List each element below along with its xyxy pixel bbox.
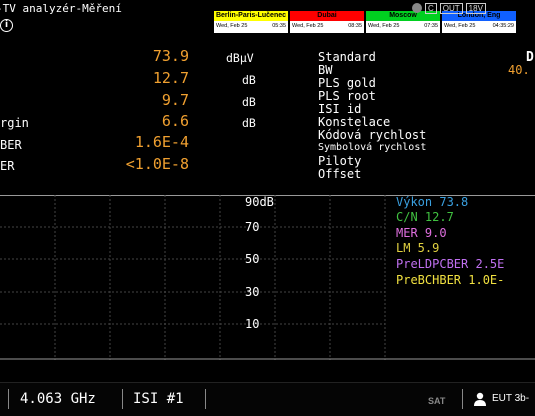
param-pls-gold: PLS gold (318, 76, 376, 90)
legend-mer: MER 9.0 (396, 226, 447, 240)
meas-unit-level: dBµV (226, 51, 254, 65)
footer-bar: 4.063 GHz ISI #1 SAT EUT 3b- (0, 382, 535, 416)
clock-london: London, Eng Wed, Feb 25 04:35:29 (442, 11, 516, 33)
meas-value-level: 73.9 (152, 47, 189, 65)
meas-label-margin: rgin (0, 116, 29, 130)
divider (122, 389, 123, 409)
meas-unit-mer: dB (242, 95, 256, 109)
isi-readout[interactable]: ISI #1 (133, 391, 184, 407)
clock-date: Wed, Feb 25 (292, 23, 324, 29)
status-icons: C OUT 18V (412, 2, 486, 14)
param-kodova: Kódová rychlost (318, 128, 427, 142)
clock-date: Wed, Feb 25 (368, 23, 400, 29)
meas-value-margin: 6.6 (161, 112, 189, 130)
meas-value-ber: 1.6E-4 (134, 133, 189, 151)
divider (205, 389, 206, 409)
param-bw-value: 40. (508, 63, 530, 77)
param-isi-id: ISI id (318, 102, 362, 116)
legend-preldpc: PreLDPCBER 2.5E (396, 257, 505, 271)
clock-city: Dubai (290, 11, 364, 21)
user-label[interactable]: EUT 3b- (492, 393, 529, 404)
meas-value-cn: 12.7 (152, 69, 189, 87)
title-bar: -TV analyzér-Měření i Berlin-Paris-Lučen… (0, 0, 535, 38)
param-offset: Offset (318, 167, 362, 181)
y-tick-10: 10 (245, 317, 259, 331)
clock-city: Berlin-Paris-Lučenec (214, 11, 288, 21)
clock-date: Wed, Feb 25 (216, 23, 248, 29)
meas-label-per: ER (0, 159, 15, 173)
legend-lm: LM 5.9 (396, 241, 440, 255)
clock-time: 08:35 (348, 23, 362, 29)
voltage-badge: 18V (465, 2, 486, 14)
y-tick-30: 30 (245, 285, 259, 299)
out-badge: OUT (439, 2, 463, 14)
meas-unit-margin: dB (242, 116, 256, 130)
meas-label-ber: BER (0, 138, 22, 152)
user-icon (474, 391, 486, 406)
y-tick-90: 90dB (245, 195, 274, 209)
clock-time: 05:35 (272, 23, 286, 29)
y-tick-70: 70 (245, 220, 259, 234)
divider (462, 389, 463, 409)
divider (8, 389, 9, 409)
clock-time: 04:35:29 (492, 23, 514, 29)
meas-value-mer: 9.7 (161, 91, 189, 109)
signal-icon (412, 3, 422, 13)
y-tick-50: 50 (245, 252, 259, 266)
param-bw: BW (318, 63, 333, 77)
frequency-readout[interactable]: 4.063 GHz (20, 391, 96, 407)
clock-date: Wed, Feb 25 (444, 23, 476, 29)
param-pls-root: PLS root (318, 89, 376, 103)
param-piloty: Piloty (318, 154, 362, 168)
clock-time: 07:35 (424, 23, 438, 29)
sat-logo: SAT (428, 396, 446, 406)
clock-berlin: Berlin-Paris-Lučenec Wed, Feb 25 05:35 (214, 11, 288, 33)
param-konstelace: Konstelace (318, 115, 391, 129)
info-icon[interactable]: i (0, 19, 13, 32)
legend-cn: C/N 12.7 (396, 210, 454, 224)
clock-dubai: Dubai Wed, Feb 25 08:35 (290, 11, 364, 33)
legend-prebch: PreBCHBER 1.0E- (396, 273, 505, 287)
window-title: -TV analyzér-Měření (0, 2, 122, 15)
c-badge: C (425, 2, 437, 14)
clock-moscow: Moscow Wed, Feb 25 07:35 (366, 11, 440, 33)
meas-value-per: <1.0E-8 (125, 155, 189, 173)
param-standard: Standard (318, 50, 376, 64)
meas-unit-cn: dB (242, 73, 256, 87)
param-symbolova: Symbolová rychlost (318, 142, 427, 153)
legend-power: Výkon 73.8 (396, 195, 469, 209)
